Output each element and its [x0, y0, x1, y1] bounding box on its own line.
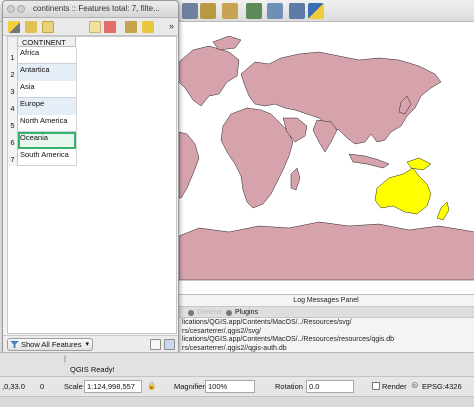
table-view-button[interactable] — [164, 339, 175, 350]
magnifier-label: Magnifier — [174, 382, 205, 391]
attribute-table-bottom-bar: Show All Features ▾ — [3, 335, 178, 352]
india-shape — [312, 119, 338, 153]
rotation-field[interactable]: 0.0 — [306, 380, 354, 393]
tab-plugins[interactable]: Plugins — [224, 308, 264, 318]
row-number[interactable]: 3 — [8, 81, 18, 98]
indonesia-shape — [348, 153, 390, 169]
world-map — [179, 35, 474, 281]
north-america-shape[interactable] — [179, 45, 240, 107]
magnifier-field[interactable]: 100% — [205, 380, 255, 393]
antarctica-shape[interactable] — [179, 221, 474, 281]
python-icon[interactable] — [308, 3, 324, 19]
table-corner[interactable] — [8, 37, 18, 47]
oceania-shape[interactable] — [374, 167, 432, 215]
map-canvas[interactable] — [178, 22, 474, 294]
row-number[interactable]: 2 — [8, 64, 18, 81]
row-number[interactable]: 4 — [8, 98, 18, 115]
row-number[interactable]: 7 — [8, 149, 18, 166]
table-row[interactable]: 4 Europe — [8, 98, 76, 115]
status-separator: | — [64, 354, 66, 363]
crs-icon[interactable]: ⊛ — [411, 380, 419, 391]
lock-icon[interactable] — [222, 3, 238, 19]
attribute-table-title: continents :: Features total: 7, filte..… — [33, 4, 160, 13]
table-row[interactable]: 3 Asia — [8, 81, 76, 98]
row-number[interactable]: 1 — [8, 47, 18, 64]
table-cell-continent[interactable]: South America — [18, 149, 76, 166]
africa-shape[interactable] — [220, 107, 294, 209]
row-number[interactable]: 5 — [8, 115, 18, 132]
attribute-table-titlebar[interactable]: continents :: Features total: 7, filte..… — [3, 1, 178, 18]
status-message-bar: QGIS Ready! | — [0, 352, 474, 376]
zoom-icon[interactable] — [125, 21, 137, 33]
window-close-button[interactable] — [7, 5, 15, 13]
table-row[interactable]: 2 Antartica — [8, 64, 76, 81]
show-all-features-button[interactable]: Show All Features ▾ — [7, 338, 93, 351]
field-calculator-icon[interactable] — [142, 21, 154, 33]
tab-plugins-icon — [226, 310, 232, 316]
arctic-islands-shape — [212, 35, 242, 51]
lock-scale-icon[interactable]: 🔒 — [147, 381, 156, 390]
row-number[interactable]: 6 — [8, 132, 18, 149]
column-divider — [76, 47, 77, 166]
scale-field[interactable]: 1:124,998,557 — [84, 380, 142, 393]
rotation-label: Rotation — [275, 382, 303, 391]
crs-label[interactable]: EPSG:4326 — [422, 382, 462, 391]
table-cell-continent[interactable]: Europe — [18, 98, 76, 115]
column-header-continent[interactable]: CONTINENT — [8, 37, 76, 47]
log-tabs: General Plugins — [178, 306, 474, 318]
attribute-table-grid[interactable]: CONTINENT 1 Africa 2 Antartica 3 Asia 4 Europe 5… — [7, 36, 177, 334]
render-checkbox[interactable] — [372, 382, 380, 390]
arrow-cursor-icon[interactable] — [182, 3, 198, 19]
new-guinea-shape — [406, 157, 432, 171]
coordinate-readout[interactable]: ,0,33.0 — [2, 382, 25, 391]
table-cell-continent[interactable]: Asia — [18, 81, 76, 98]
refresh-icon[interactable] — [246, 3, 262, 19]
tab-general[interactable]: General — [186, 308, 226, 318]
madagascar-shape — [290, 167, 301, 191]
tab-general-icon — [188, 310, 194, 316]
chevron-down-icon: ▾ — [85, 341, 89, 348]
table-cell-continent[interactable]: Oceania — [18, 132, 76, 149]
form-view-button[interactable] — [150, 339, 161, 350]
scale-label: Scale — [64, 382, 83, 391]
table-row[interactable]: 6 Oceania — [8, 132, 76, 149]
table-row[interactable]: 7 South America — [8, 149, 76, 166]
log-line: rs/cesarterrer/.qgis2//svg/ — [182, 327, 261, 335]
pencil-icon[interactable] — [8, 21, 20, 33]
log-messages-panel: Log Messages Panel General Plugins licat… — [178, 294, 474, 352]
new-zealand-shape — [436, 201, 450, 221]
export-icon[interactable] — [267, 3, 283, 19]
attribute-table-window[interactable]: continents :: Features total: 7, filte..… — [2, 0, 179, 352]
qgis-ready-message: QGIS Ready! — [70, 365, 115, 374]
status-fields-bar: ,0,33.0 0 Scale 1:124,998,557 🔒 Magnifie… — [0, 376, 474, 396]
window-bottom-edge — [0, 396, 474, 407]
window-minimize-button[interactable] — [17, 5, 25, 13]
render-label: Render — [382, 382, 407, 391]
copy-icon[interactable] — [89, 21, 101, 33]
table-cell-continent[interactable]: Antartica — [18, 64, 76, 81]
table-icon[interactable] — [289, 3, 305, 19]
log-line: lications/QGIS.app/Contents/MacOS/../Res… — [182, 319, 352, 326]
south-america-shape[interactable] — [179, 131, 200, 199]
select-icon[interactable] — [42, 21, 54, 33]
table-row[interactable]: 5 North America — [8, 115, 76, 132]
log-line: lications/QGIS.app/Contents/MacOS/../Res… — [182, 336, 395, 344]
attribute-table-toolbar: » — [3, 18, 178, 36]
layer-icon[interactable] — [200, 3, 216, 19]
save-icon[interactable] — [25, 21, 37, 33]
delete-icon[interactable] — [104, 21, 116, 33]
table-cell-continent[interactable]: Africa — [18, 47, 76, 64]
log-lines: lications/QGIS.app/Contents/MacOS/../Res… — [182, 319, 394, 353]
table-cell-continent[interactable]: North America — [18, 115, 76, 132]
log-panel-title: Log Messages Panel — [293, 297, 359, 304]
filter-icon — [10, 340, 19, 349]
message-count: 0 — [40, 382, 45, 391]
table-row[interactable]: 1 Africa — [8, 47, 76, 64]
toolbar-overflow-icon[interactable]: » — [169, 21, 174, 31]
